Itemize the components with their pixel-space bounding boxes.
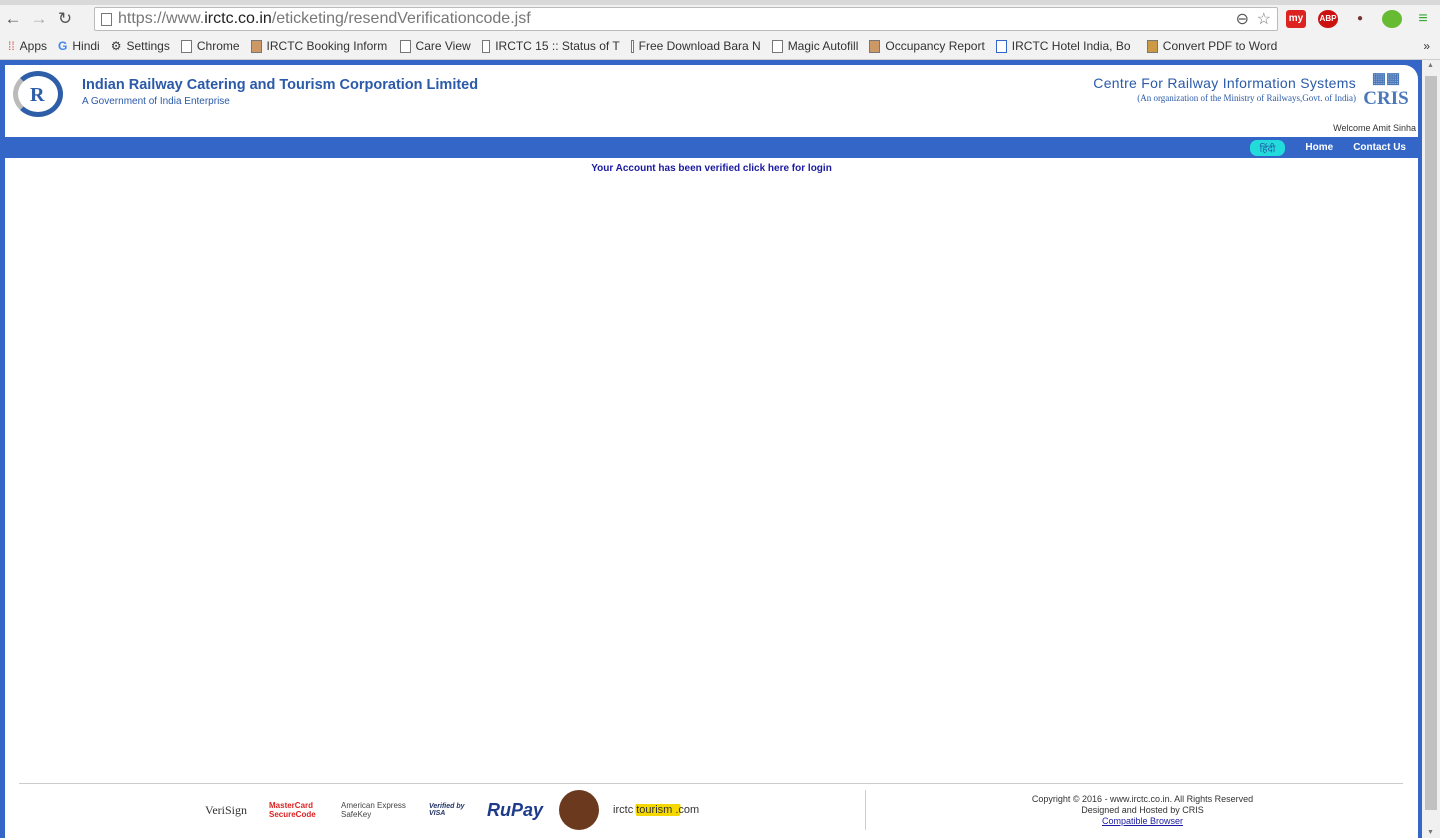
page-icon — [771, 39, 783, 53]
irctc-logo: R — [13, 71, 63, 117]
cris-title: Centre For Railway Information Systems — [1093, 75, 1356, 91]
copyright-block: Copyright © 2016 - www.irctc.co.in. All … — [985, 794, 1300, 827]
url-path: /eticketing/resendVerificationcode.jsf — [271, 10, 531, 27]
designed-by-text: Designed and Hosted by CRIS — [1081, 805, 1204, 815]
page-icon — [180, 39, 192, 53]
cris-logo: ▦▦ CRIS — [1360, 69, 1412, 109]
footer-divider — [19, 783, 1403, 784]
vertical-scrollbar[interactable]: ▲ ▼ — [1422, 60, 1440, 838]
url-host: irctc.co.in — [204, 10, 272, 27]
bookmark-label: Magic Autofill — [787, 39, 859, 53]
bookmark-apps[interactable]: ⁞⁞ Apps — [8, 39, 47, 53]
page: R Indian Railway Catering and Tourism Co… — [0, 60, 1422, 838]
bookmark-label: IRCTC Booking Inform — [266, 39, 388, 53]
bookmark-free-download[interactable]: Free Download Bara N — [630, 39, 761, 53]
forward-icon[interactable]: → — [26, 9, 52, 29]
irctc-icon — [250, 39, 262, 53]
bookmark-label: Free Download Bara N — [638, 39, 761, 53]
home-link[interactable]: Home — [1305, 142, 1333, 153]
irctc-tourism-logo: irctc tourism .com — [613, 804, 714, 816]
nav-bar: हिंदी Home Contact Us — [5, 137, 1418, 158]
google-icon: G — [58, 39, 68, 53]
more-bookmarks-icon[interactable]: » — [1423, 39, 1430, 53]
bookmark-label: Settings — [126, 39, 170, 53]
menu-icon[interactable]: ≡ — [1413, 10, 1433, 28]
adblock-icon[interactable]: ABP — [1318, 10, 1338, 28]
cris-subtitle: (An organization of the Ministry of Rail… — [1137, 93, 1356, 103]
bookmark-hindi[interactable]: G Hindi — [58, 39, 100, 53]
mastercard-logo: MasterCard SecureCode — [269, 801, 316, 819]
rupay-logo: RuPay — [487, 799, 544, 820]
verisign-logo: VeriSign — [205, 802, 247, 817]
bookmark-irctc-booking[interactable]: IRCTC Booking Inform — [250, 39, 389, 53]
zoom-icon[interactable]: ⊖ — [1236, 9, 1249, 29]
bookmark-label: IRCTC 15 :: Status of T — [495, 39, 620, 53]
bookmark-label: IRCTC Hotel India, Bo — [1011, 39, 1131, 53]
bookmark-label: Care View — [415, 39, 471, 53]
page-icon — [481, 39, 491, 53]
extension-icon[interactable] — [1382, 10, 1402, 28]
irctc-icon — [869, 39, 881, 53]
cris-logo-text: CRIS — [1363, 88, 1409, 109]
page-icon — [630, 39, 634, 53]
page-icon — [101, 12, 112, 26]
compatible-browser-link[interactable]: Compatible Browser — [1102, 816, 1183, 826]
gear-icon: ⚙ — [110, 39, 122, 53]
extension-icon[interactable]: ● — [1350, 10, 1370, 28]
bookmark-occupancy[interactable]: Occupancy Report — [869, 39, 985, 53]
bookmark-label: Chrome — [196, 39, 240, 53]
safekey-logo: American Express SafeKey — [341, 801, 406, 819]
bookmark-irctc-status[interactable]: IRCTC 15 :: Status of T — [481, 39, 620, 53]
bookmark-label: Apps — [19, 39, 48, 53]
contact-us-link[interactable]: Contact Us — [1353, 142, 1406, 153]
irctc-icon — [995, 39, 1007, 53]
star-icon[interactable]: ☆ — [1257, 9, 1271, 29]
bookmark-irctc-hotel[interactable]: IRCTC Hotel India, Bo — [995, 39, 1136, 53]
reload-icon[interactable]: ↻ — [52, 9, 78, 29]
org-subtitle: A Government of India Enterprise — [82, 96, 230, 107]
bookmark-settings[interactable]: ⚙ Settings — [111, 39, 170, 53]
scroll-down-icon[interactable]: ▼ — [1427, 829, 1434, 836]
scroll-up-icon[interactable]: ▲ — [1427, 62, 1434, 69]
pdf-icon — [1146, 39, 1158, 53]
bookmarks-bar: ⁞⁞ Apps G Hindi ⚙ Settings Chrome IRCTC Boo… — [0, 33, 1440, 60]
bookmark-label: Hindi — [72, 39, 100, 53]
my-extension-icon[interactable]: my — [1286, 10, 1306, 28]
main-content: Your Account has been verified click her… — [5, 158, 1418, 838]
footer-vertical-divider — [865, 790, 866, 830]
bookmark-label: Convert PDF to Word — [1162, 39, 1278, 53]
page-icon — [399, 39, 411, 53]
hindi-link[interactable]: हिंदी — [1249, 139, 1286, 156]
footer-logos: VeriSign MasterCard SecureCode American … — [205, 790, 714, 830]
scrollbar-thumb[interactable] — [1425, 76, 1437, 810]
address-bar[interactable]: https://www. irctc.co.in/eticketing/resen… — [94, 7, 1278, 31]
browser-toolbar: ← → ↻ https://www. irctc.co.in/eticketing… — [0, 5, 1440, 33]
apps-icon: ⁞⁞ — [8, 39, 15, 53]
verified-by-visa-logo: Verified by VISA — [429, 803, 465, 817]
railway-emblem — [559, 790, 600, 830]
org-title: Indian Railway Catering and Tourism Corp… — [82, 77, 479, 93]
login-link[interactable]: Your Account has been verified click her… — [5, 163, 1418, 174]
bookmark-chrome[interactable]: Chrome — [180, 39, 240, 53]
back-icon[interactable]: ← — [0, 9, 26, 29]
url-prefix: https://www. — [118, 10, 205, 27]
site-header: R Indian Railway Catering and Tourism Co… — [5, 65, 1418, 137]
bookmark-magic-autofill[interactable]: Magic Autofill — [771, 39, 859, 53]
bookmark-label: Occupancy Report — [885, 39, 985, 53]
copyright-text: Copyright © 2016 - www.irctc.co.in. All … — [1031, 794, 1254, 804]
bookmark-convert-pdf[interactable]: Convert PDF to Word — [1146, 39, 1278, 53]
welcome-text: Welcome Amit Sinha — [1333, 123, 1416, 133]
bookmark-care-view[interactable]: Care View — [399, 39, 471, 53]
